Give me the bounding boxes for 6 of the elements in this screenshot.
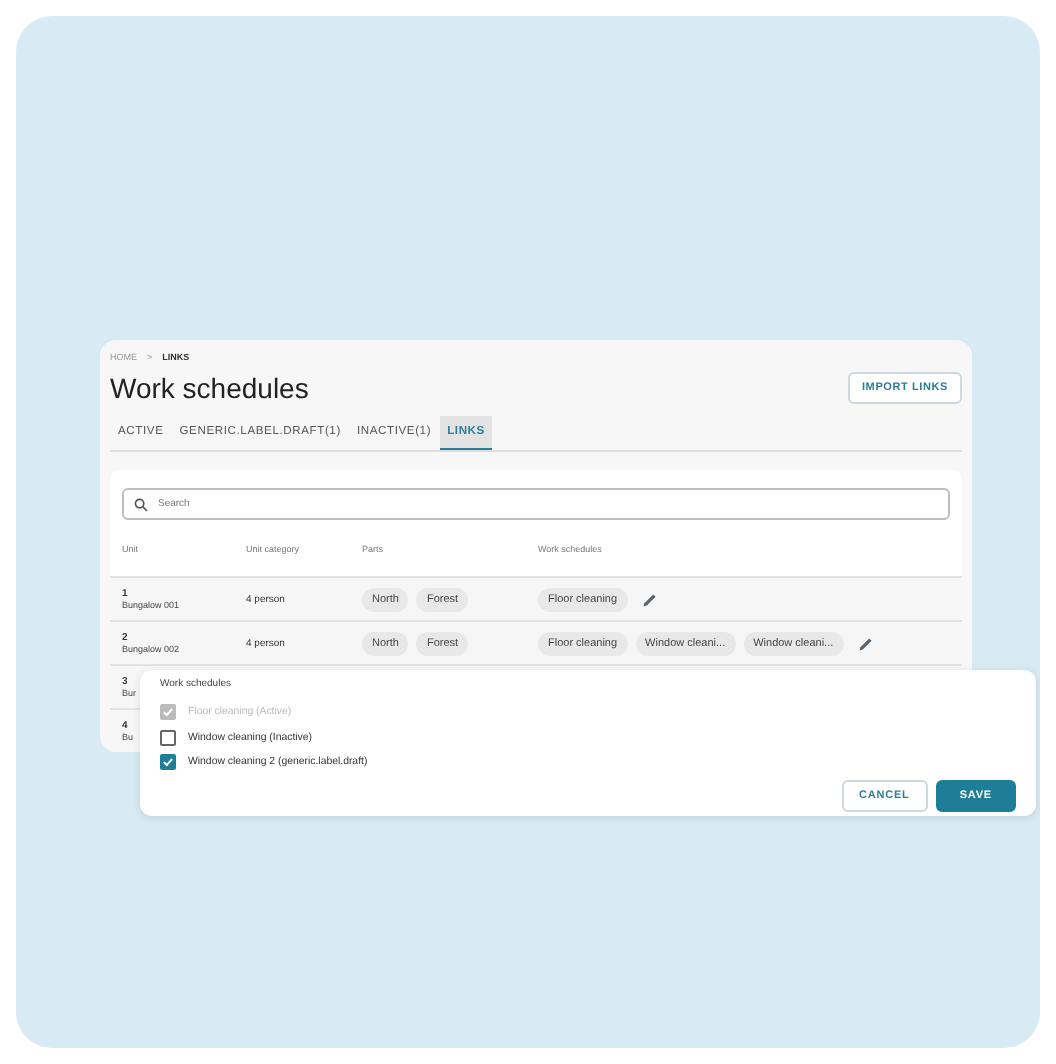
pencil-icon[interactable] <box>857 635 874 651</box>
checkbox[interactable] <box>160 729 176 746</box>
pencil-icon[interactable] <box>641 591 658 607</box>
search-icon <box>134 497 148 511</box>
page-title: Work schedules <box>110 372 309 404</box>
checkbox[interactable] <box>160 754 176 771</box>
